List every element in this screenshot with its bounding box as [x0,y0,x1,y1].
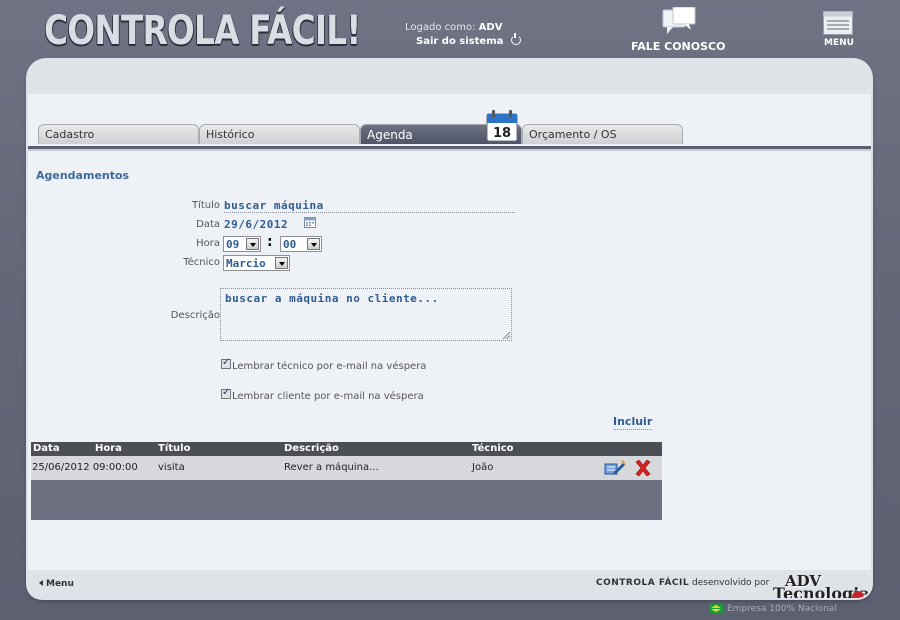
footer-product: CONTROLA FÁCIL [596,578,690,588]
remind-client-checkbox[interactable] [221,387,231,399]
appointments-table: Data Hora Título Descrição Técnico 25/06… [31,442,662,520]
row-date-time: 25/06/2012 09:00:00 [32,462,138,473]
column-header-description[interactable]: Descrição [284,443,339,454]
company-logo[interactable]: ADV Tecnologia [773,571,871,598]
row-technician: João [472,462,494,473]
remind-client-label: Lembrar cliente por e-mail na véspera [232,391,424,402]
time-separator: : [267,234,273,250]
menu-icon[interactable] [823,11,853,35]
footer-bar: Menu CONTROLA FÁCIL desenvolvido por ADV… [28,570,871,598]
power-icon [510,33,521,45]
delete-icon[interactable] [634,459,652,477]
column-header-technician[interactable]: Técnico [472,443,514,454]
logged-as: Logado como: ADV [405,22,502,33]
brazil-flag-icon [709,604,723,613]
hour-select[interactable]: 09 [223,236,261,252]
include-button[interactable]: Incluir [613,415,653,430]
app-logo: CONTROLA FÁCIL! [44,8,361,54]
contact-link[interactable]: FALE CONOSCO [631,40,725,53]
technician-value: Marcio [226,257,266,270]
row-description: Rever a máquina... [284,462,379,473]
calendar-icon: 18 [486,110,518,142]
chevron-down-icon [246,238,259,250]
footer-developed-by: desenvolvido por [692,578,770,588]
remind-technician-label: Lembrar técnico por e-mail na véspera [232,361,427,372]
title-label: Título [191,200,220,211]
column-header-title[interactable]: Título [158,443,190,454]
tab-historico[interactable]: Histórico [199,124,360,144]
row-title: visita [158,462,185,473]
technician-select[interactable]: Marcio [223,255,290,271]
section-title: Agendamentos [36,169,130,182]
date-picker-icon[interactable] [304,216,316,228]
panel-header-bar [28,60,871,94]
company-tagline: Empresa 100% Nacional [709,604,837,614]
chat-bubbles-icon[interactable] [662,7,696,39]
minute-select[interactable]: 00 [280,236,322,252]
chevron-down-icon [307,238,320,250]
company-seal-icon [852,591,864,598]
technician-label: Técnico [183,257,220,268]
description-textarea[interactable]: buscar a máquina no cliente... [220,288,512,341]
logout-label: Sair do sistema [416,36,504,47]
svg-text:18: 18 [493,126,511,141]
edit-icon[interactable] [604,460,626,476]
tab-orcamento[interactable]: Orçamento / OS [522,124,683,144]
column-header-date[interactable]: Data [33,443,60,454]
menu-link[interactable]: MENU [824,38,854,48]
tab-underline-shadow [28,149,871,151]
footer-credit: CONTROLA FÁCIL desenvolvido por [596,578,769,588]
minute-value: 00 [283,238,297,251]
time-label: Hora [196,238,220,249]
tab-cadastro[interactable]: Cadastro [38,124,199,144]
table-row[interactable]: 25/06/2012 09:00:00 visita Rever a máqui… [31,456,662,480]
column-header-time[interactable]: Hora [95,443,122,454]
logged-as-label: Logado como: [405,22,476,33]
logged-as-user: ADV [478,22,503,33]
date-field[interactable]: 29/6/2012 [224,218,288,231]
date-label: Data [196,219,220,230]
description-label: Descrição [170,310,220,321]
main-panel: Cadastro Histórico Agenda Orçamento / OS… [28,60,871,598]
company-tagline-text: Empresa 100% Nacional [727,604,837,614]
title-underline [224,212,515,213]
description-value: buscar a máquina no cliente... [225,292,439,305]
title-field[interactable]: buscar máquina [224,199,324,212]
resize-grip-icon[interactable] [503,332,510,339]
footer-menu-link[interactable]: Menu [39,579,74,589]
chevron-down-icon [275,257,288,269]
tab-bar: Cadastro Histórico Agenda Orçamento / OS [38,124,871,146]
table-header: Data Hora Título Descrição Técnico [31,442,662,456]
hour-value: 09 [226,238,240,251]
logout-link[interactable]: Sair do sistema [416,33,521,47]
remind-technician-checkbox[interactable] [221,357,231,369]
